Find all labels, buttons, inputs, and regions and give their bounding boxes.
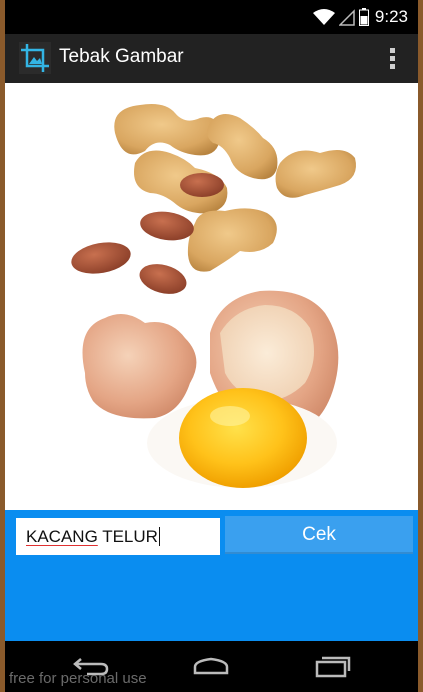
answer-word: KACANG <box>26 526 98 546</box>
answer-area: KACANG TELUR Cek <box>5 510 418 641</box>
recent-apps-icon[interactable] <box>313 655 353 679</box>
text-caret <box>158 527 160 546</box>
peanut-shell <box>187 208 277 272</box>
watermark-text: free for personal use <box>9 670 147 687</box>
peanut-kernel <box>71 242 131 274</box>
status-time: 9:23 <box>374 7 408 26</box>
peanut-shell <box>207 114 278 180</box>
status-bar: 9:23 <box>5 0 418 34</box>
overflow-dot-icon <box>389 64 395 69</box>
battery-icon <box>358 8 369 26</box>
overflow-menu-button[interactable] <box>380 46 404 72</box>
action-bar: Tebak Gambar <box>5 34 418 83</box>
app-title: Tebak Gambar <box>59 46 184 67</box>
wifi-icon <box>312 9 335 25</box>
peanuts-and-egg-image <box>71 104 356 488</box>
overflow-dot-icon <box>389 48 395 53</box>
status-icons: 9:23 <box>312 7 408 27</box>
peanut-kernel <box>139 264 187 294</box>
device-frame-right <box>418 0 423 692</box>
check-button[interactable]: Cek <box>225 516 413 554</box>
app-icon <box>19 42 51 74</box>
egg-shell-left <box>82 314 197 419</box>
overflow-dot-icon <box>389 56 395 61</box>
home-icon[interactable] <box>191 655 231 677</box>
peanut-shell <box>275 149 356 198</box>
peanut-kernel <box>140 211 194 241</box>
egg-yolk <box>179 388 307 488</box>
answer-input[interactable]: KACANG TELUR <box>16 518 220 555</box>
peanut-shell-open <box>134 150 228 214</box>
answer-word: TELUR <box>97 526 158 546</box>
signal-icon <box>338 9 355 26</box>
puzzle-picture <box>5 83 418 510</box>
phone-screen: 9:23 Tebak Gambar KACANG TELUR Cek free … <box>5 0 418 692</box>
peanut-shell <box>114 104 220 156</box>
navigation-bar: free for personal use <box>5 641 418 692</box>
